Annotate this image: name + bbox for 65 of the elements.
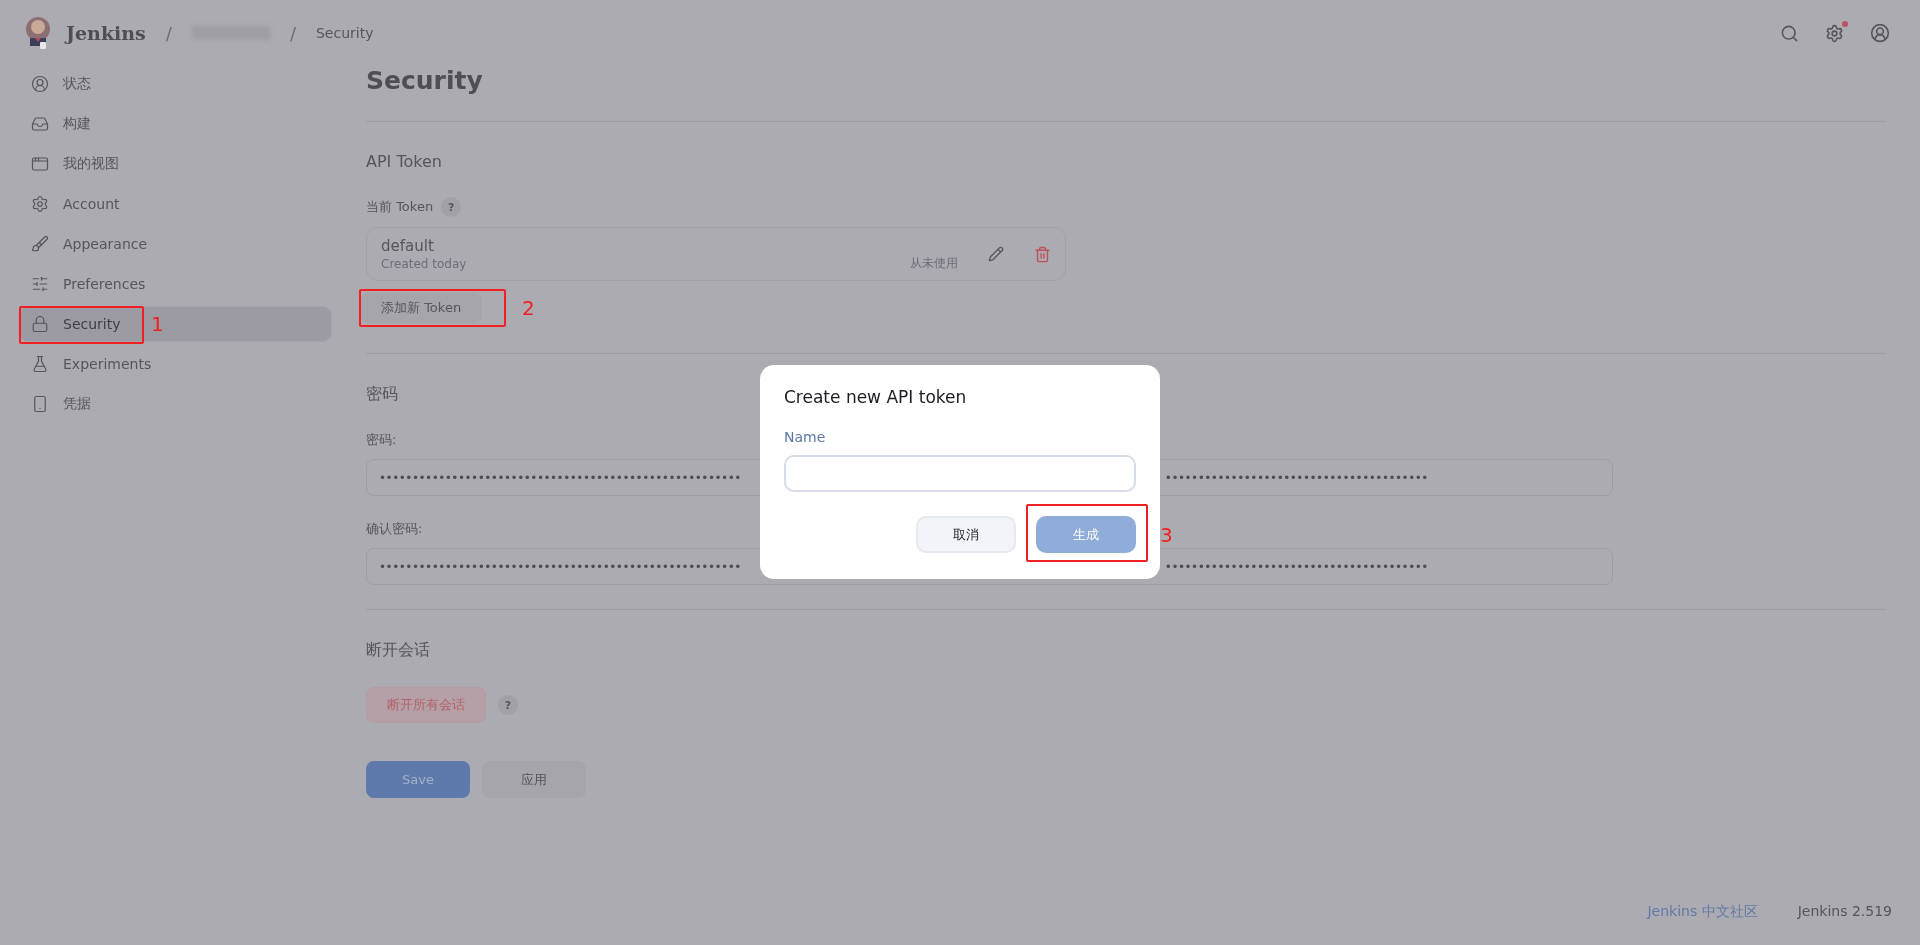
phone-icon	[31, 395, 49, 413]
sliders-icon	[31, 275, 49, 293]
add-token-button[interactable]: 添加新 Token	[360, 293, 483, 323]
sidebar-item-label: Preferences	[63, 276, 146, 292]
field-label: Name	[784, 429, 827, 445]
sidebar-item[interactable]: Appearance	[18, 226, 332, 262]
apply-button[interactable]: 应用	[482, 761, 586, 798]
token-name: default	[381, 237, 435, 255]
lock-icon	[31, 315, 49, 333]
field-label: 当前 Token	[366, 198, 434, 216]
window-icon	[31, 155, 49, 173]
field-label: 确认密码:	[366, 520, 423, 538]
section-heading: API Token	[366, 152, 442, 171]
help-button[interactable]: ?	[441, 197, 462, 217]
inbox-icon	[31, 115, 49, 133]
sidebar-item[interactable]: 状态	[18, 66, 332, 102]
masked-password: ••••••••••••••••••••••••••••••••••••••••	[1164, 470, 1428, 485]
cancel-button[interactable]: 取消	[916, 516, 1016, 553]
save-button[interactable]: Save	[366, 761, 470, 798]
sidebar-item-label: Experiments	[63, 356, 152, 372]
masked-password: •••••••••••••••••••••••••••••••••••••••••••••••••••••••	[379, 559, 741, 574]
sidebar-item-label: Account	[63, 196, 120, 212]
masked-password: ••••••••••••••••••••••••••••••••••••••••	[1164, 559, 1428, 574]
user-avatar-icon[interactable]	[1870, 23, 1890, 43]
token-created: Created today	[381, 257, 467, 271]
sidebar-item-label: 我的视图	[63, 155, 119, 173]
section-heading: 密码	[366, 384, 398, 405]
sidebar-item[interactable]: Account	[18, 186, 332, 222]
annotation-number: 3	[1160, 522, 1173, 547]
edit-icon[interactable]	[988, 246, 1004, 262]
sidebar-item-label: 构建	[63, 115, 91, 133]
sidebar-item[interactable]: Preferences	[18, 266, 332, 302]
breadcrumb-separator: /	[289, 22, 296, 44]
version-label: Jenkins 2.519	[1797, 903, 1892, 921]
dialog-title: Create new API token	[784, 387, 968, 407]
disconnect-sessions-button[interactable]: 断开所有会话	[366, 687, 486, 723]
sidebar-item[interactable]: 构建	[18, 106, 332, 142]
sidebar-item-label: 状态	[63, 75, 91, 93]
sidebar-item[interactable]: Experiments	[18, 346, 332, 382]
community-link[interactable]: Jenkins 中文社区	[1647, 903, 1758, 921]
delete-icon[interactable]	[1034, 245, 1051, 263]
sidebar-item[interactable]: Security 1	[18, 306, 332, 342]
butler-logo-icon[interactable]	[24, 16, 52, 50]
field-label: 密码:	[366, 431, 397, 449]
brush-icon	[31, 235, 49, 253]
section-heading: 断开会话	[366, 640, 430, 661]
sidebar-item[interactable]: 我的视图	[18, 146, 332, 182]
masked-password: •••••••••••••••••••••••••••••••••••••••••••••••••••••••	[379, 470, 741, 485]
sidebar-item[interactable]: 凭据	[18, 386, 332, 422]
annotation-number: 1	[151, 312, 164, 336]
annotation-number: 2	[522, 296, 535, 320]
page-title: Security	[366, 66, 484, 97]
gear-icon	[31, 195, 49, 213]
app-name[interactable]: Jenkins	[66, 22, 146, 44]
flask-icon	[31, 355, 49, 373]
name-field[interactable]	[784, 455, 1136, 492]
help-button[interactable]: ?	[498, 695, 518, 715]
sidebar-item-label: Security	[63, 316, 121, 332]
token-usage: 从未使用	[910, 255, 958, 272]
sidebar-item-label: Appearance	[63, 236, 148, 252]
search-icon[interactable]	[1780, 23, 1799, 43]
sidebar-item-label: 凭据	[63, 395, 91, 413]
user-circle-icon	[31, 75, 49, 93]
breadcrumb-separator: /	[165, 22, 172, 44]
breadcrumb[interactable]: Security	[315, 25, 374, 41]
